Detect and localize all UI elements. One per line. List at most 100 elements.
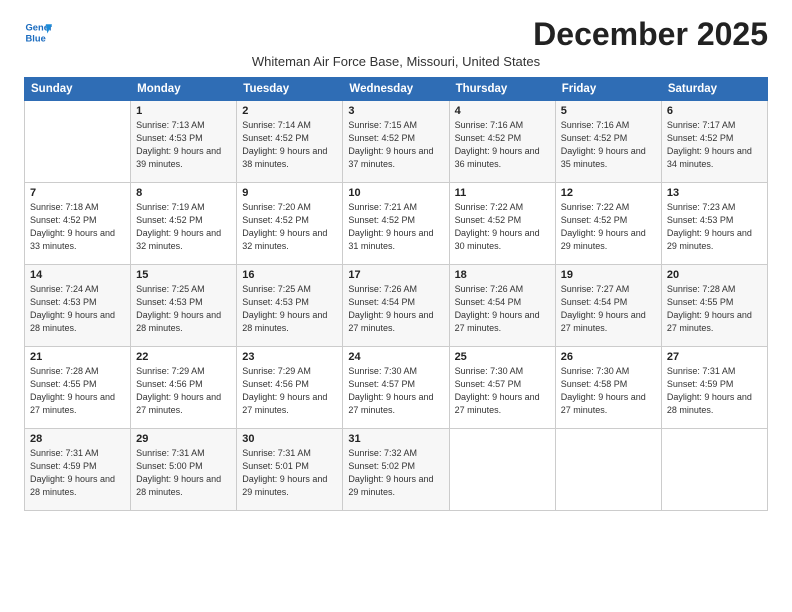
day-number: 24 (348, 351, 443, 363)
day-number: 13 (667, 187, 762, 199)
day-number: 30 (242, 433, 337, 445)
day-number: 9 (242, 187, 337, 199)
calendar-cell: 11Sunrise: 7:22 AM Sunset: 4:52 PM Dayli… (449, 183, 555, 265)
calendar-cell: 6 Sunrise: 7:17 AM Sunset: 4:52 PM Daylig… (661, 101, 767, 183)
day-number: 17 (348, 269, 443, 281)
day-number: 27 (667, 351, 762, 363)
day-info: Sunrise: 7:28 AM Sunset: 4:55 PM Dayligh… (667, 283, 762, 335)
day-number: 28 (30, 433, 125, 445)
week-row-4: 21 Sunrise: 7:28 AM Sunset: 4:55 PM Dayli… (25, 347, 768, 429)
calendar-cell: 3Sunrise: 7:15 AM Sunset: 4:52 PM Daylig… (343, 101, 449, 183)
calendar-cell: 25 Sunrise: 7:30 AM Sunset: 4:57 PM Dayli… (449, 347, 555, 429)
calendar-cell: 7Sunrise: 7:18 AM Sunset: 4:52 PM Daylig… (25, 183, 131, 265)
day-info: Sunrise: 7:31 AM Sunset: 5:00 PM Dayligh… (136, 447, 231, 499)
calendar-cell: 8 Sunrise: 7:19 AM Sunset: 4:52 PM Daylig… (131, 183, 237, 265)
day-number: 20 (667, 269, 762, 281)
day-number: 1 (136, 105, 231, 117)
day-number: 5 (561, 105, 656, 117)
calendar-cell: 20 Sunrise: 7:28 AM Sunset: 4:55 PM Dayli… (661, 265, 767, 347)
calendar-cell: 14 Sunrise: 7:24 AM Sunset: 4:53 PM Dayli… (25, 265, 131, 347)
day-info: Sunrise: 7:13 AM Sunset: 4:53 PM Dayligh… (136, 119, 231, 171)
header-day-monday: Monday (131, 78, 237, 101)
calendar-cell: 30 Sunrise: 7:31 AM Sunset: 5:01 PM Dayli… (237, 429, 343, 511)
day-info: Sunrise: 7:26 AM Sunset: 4:54 PM Dayligh… (348, 283, 443, 335)
calendar-cell: 27 Sunrise: 7:31 AM Sunset: 4:59 PM Dayli… (661, 347, 767, 429)
month-title: December 2025 (533, 18, 768, 50)
day-number: 7 (30, 187, 125, 199)
calendar-cell: 4Sunrise: 7:16 AM Sunset: 4:52 PM Daylig… (449, 101, 555, 183)
day-info: Sunrise: 7:23 AM Sunset: 4:53 PM Dayligh… (667, 201, 762, 253)
day-number: 11 (455, 187, 550, 199)
calendar-cell: 21 Sunrise: 7:28 AM Sunset: 4:55 PM Dayli… (25, 347, 131, 429)
calendar-cell: 23 Sunrise: 7:29 AM Sunset: 4:56 PM Dayli… (237, 347, 343, 429)
calendar-cell: 17 Sunrise: 7:26 AM Sunset: 4:54 PM Dayli… (343, 265, 449, 347)
day-number: 22 (136, 351, 231, 363)
logo: General Blue (24, 18, 52, 46)
calendar-cell: 16 Sunrise: 7:25 AM Sunset: 4:53 PM Dayli… (237, 265, 343, 347)
day-info: Sunrise: 7:19 AM Sunset: 4:52 PM Dayligh… (136, 201, 231, 253)
day-info: Sunrise: 7:30 AM Sunset: 4:57 PM Dayligh… (455, 365, 550, 417)
week-row-5: 28 Sunrise: 7:31 AM Sunset: 4:59 PM Dayli… (25, 429, 768, 511)
day-info: Sunrise: 7:25 AM Sunset: 4:53 PM Dayligh… (136, 283, 231, 335)
day-number: 12 (561, 187, 656, 199)
header-day-tuesday: Tuesday (237, 78, 343, 101)
day-number: 16 (242, 269, 337, 281)
calendar-cell: 10Sunrise: 7:21 AM Sunset: 4:52 PM Dayli… (343, 183, 449, 265)
day-number: 26 (561, 351, 656, 363)
day-info: Sunrise: 7:29 AM Sunset: 4:56 PM Dayligh… (136, 365, 231, 417)
day-info: Sunrise: 7:27 AM Sunset: 4:54 PM Dayligh… (561, 283, 656, 335)
calendar-cell: 12Sunrise: 7:22 AM Sunset: 4:52 PM Dayli… (555, 183, 661, 265)
calendar-cell (555, 429, 661, 511)
day-number: 21 (30, 351, 125, 363)
day-info: Sunrise: 7:30 AM Sunset: 4:57 PM Dayligh… (348, 365, 443, 417)
header-day-saturday: Saturday (661, 78, 767, 101)
subtitle: Whiteman Air Force Base, Missouri, Unite… (24, 54, 768, 69)
calendar-cell (661, 429, 767, 511)
day-info: Sunrise: 7:29 AM Sunset: 4:56 PM Dayligh… (242, 365, 337, 417)
header-day-thursday: Thursday (449, 78, 555, 101)
day-info: Sunrise: 7:30 AM Sunset: 4:58 PM Dayligh… (561, 365, 656, 417)
day-info: Sunrise: 7:14 AM Sunset: 4:52 PM Dayligh… (242, 119, 337, 171)
calendar-cell: 1 Sunrise: 7:13 AM Sunset: 4:53 PM Daylig… (131, 101, 237, 183)
day-info: Sunrise: 7:16 AM Sunset: 4:52 PM Dayligh… (561, 119, 656, 171)
header-day-wednesday: Wednesday (343, 78, 449, 101)
day-number: 3 (348, 105, 443, 117)
calendar-cell: 2 Sunrise: 7:14 AM Sunset: 4:52 PM Daylig… (237, 101, 343, 183)
day-info: Sunrise: 7:25 AM Sunset: 4:53 PM Dayligh… (242, 283, 337, 335)
day-info: Sunrise: 7:20 AM Sunset: 4:52 PM Dayligh… (242, 201, 337, 253)
day-info: Sunrise: 7:31 AM Sunset: 4:59 PM Dayligh… (30, 447, 125, 499)
day-info: Sunrise: 7:31 AM Sunset: 5:01 PM Dayligh… (242, 447, 337, 499)
header-day-friday: Friday (555, 78, 661, 101)
calendar-header: SundayMondayTuesdayWednesdayThursdayFrid… (25, 78, 768, 101)
header-day-sunday: Sunday (25, 78, 131, 101)
day-number: 15 (136, 269, 231, 281)
day-number: 25 (455, 351, 550, 363)
calendar-cell: 13 Sunrise: 7:23 AM Sunset: 4:53 PM Dayli… (661, 183, 767, 265)
day-number: 19 (561, 269, 656, 281)
calendar-cell: 5 Sunrise: 7:16 AM Sunset: 4:52 PM Daylig… (555, 101, 661, 183)
svg-text:Blue: Blue (26, 33, 46, 43)
calendar-cell: 18Sunrise: 7:26 AM Sunset: 4:54 PM Dayli… (449, 265, 555, 347)
day-info: Sunrise: 7:17 AM Sunset: 4:52 PM Dayligh… (667, 119, 762, 171)
calendar-cell: 22 Sunrise: 7:29 AM Sunset: 4:56 PM Dayli… (131, 347, 237, 429)
calendar-cell: 26 Sunrise: 7:30 AM Sunset: 4:58 PM Dayli… (555, 347, 661, 429)
calendar-cell: 15 Sunrise: 7:25 AM Sunset: 4:53 PM Dayli… (131, 265, 237, 347)
calendar-cell: 24 Sunrise: 7:30 AM Sunset: 4:57 PM Dayli… (343, 347, 449, 429)
day-number: 2 (242, 105, 337, 117)
day-info: Sunrise: 7:32 AM Sunset: 5:02 PM Dayligh… (348, 447, 443, 499)
day-info: Sunrise: 7:28 AM Sunset: 4:55 PM Dayligh… (30, 365, 125, 417)
day-info: Sunrise: 7:31 AM Sunset: 4:59 PM Dayligh… (667, 365, 762, 417)
day-info: Sunrise: 7:26 AM Sunset: 4:54 PM Dayligh… (455, 283, 550, 335)
calendar-cell: 28 Sunrise: 7:31 AM Sunset: 4:59 PM Dayli… (25, 429, 131, 511)
day-info: Sunrise: 7:24 AM Sunset: 4:53 PM Dayligh… (30, 283, 125, 335)
week-row-2: 7Sunrise: 7:18 AM Sunset: 4:52 PM Daylig… (25, 183, 768, 265)
day-number: 10 (348, 187, 443, 199)
day-number: 8 (136, 187, 231, 199)
calendar-cell (449, 429, 555, 511)
week-row-1: 1 Sunrise: 7:13 AM Sunset: 4:53 PM Daylig… (25, 101, 768, 183)
day-number: 6 (667, 105, 762, 117)
day-number: 14 (30, 269, 125, 281)
week-row-3: 14 Sunrise: 7:24 AM Sunset: 4:53 PM Dayli… (25, 265, 768, 347)
calendar-cell: 19 Sunrise: 7:27 AM Sunset: 4:54 PM Dayli… (555, 265, 661, 347)
day-number: 23 (242, 351, 337, 363)
